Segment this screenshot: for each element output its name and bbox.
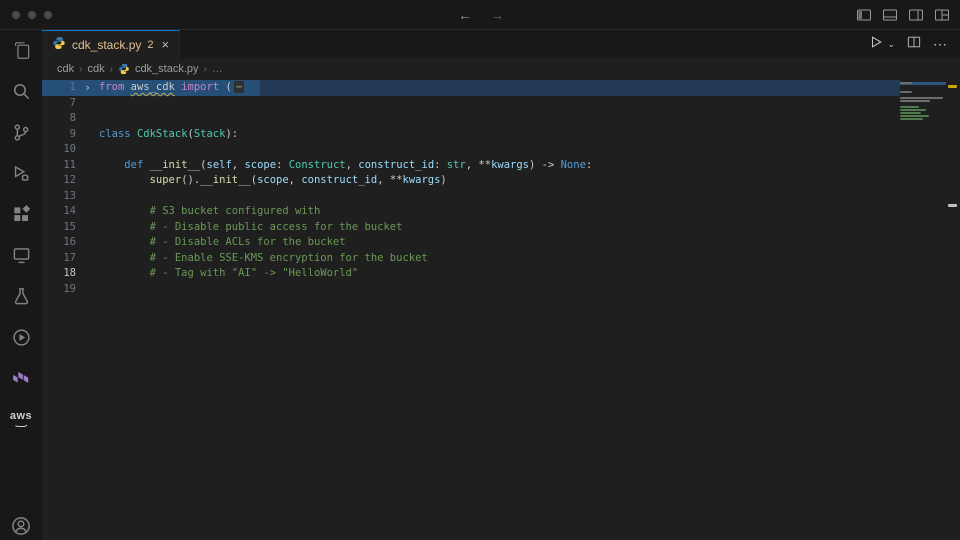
code-text: # - Disable ACLs for the bucket	[99, 235, 346, 251]
code-line-16[interactable]: 16 # - Disable ACLs for the bucket	[42, 235, 900, 251]
extensions-icon[interactable]	[0, 202, 42, 226]
window-controls[interactable]	[12, 11, 52, 19]
line-number[interactable]: 17	[42, 251, 76, 267]
line-number[interactable]: 19	[42, 282, 76, 298]
breadcrumb-item-symbol[interactable]: …	[212, 63, 223, 75]
nav-back-icon[interactable]: ←	[458, 7, 472, 23]
tab-cdk-stack-py[interactable]: cdk_stack.py 2 ×	[42, 30, 180, 58]
line-number[interactable]: 14	[42, 204, 76, 220]
testing-beaker-icon[interactable]	[0, 284, 42, 308]
code-line-19[interactable]: 19	[42, 282, 900, 298]
breadcrumb: cdk › cdk › cdk_stack.py › …	[42, 58, 960, 80]
line-number[interactable]: 12	[42, 173, 76, 189]
code-text: # S3 bucket configured with	[99, 204, 320, 220]
more-actions-icon[interactable]: ⋯	[933, 36, 948, 53]
code-line-9[interactable]: 9 class CdkStack(Stack):	[42, 127, 900, 143]
minimap-content	[900, 82, 946, 124]
code-editor[interactable]: 1›from aws_cdk import (⋯789class CdkStac…	[42, 80, 960, 540]
line-number[interactable]: 16	[42, 235, 76, 251]
run-python-file-icon[interactable]	[869, 35, 883, 54]
code-line-10[interactable]: 10	[42, 142, 900, 158]
activity-bar: aws	[0, 30, 42, 540]
title-bar: ← →	[0, 0, 960, 30]
toggle-sidebar-icon[interactable]	[856, 7, 872, 23]
line-number[interactable]: 11	[42, 158, 76, 174]
terraform-icon[interactable]	[0, 366, 42, 390]
window-minimize-icon[interactable]	[28, 11, 36, 19]
line-number[interactable]: 10	[42, 142, 76, 158]
python-file-icon	[118, 63, 130, 75]
line-number[interactable]: 7	[42, 96, 76, 112]
code-text: super().__init__(scope, construct_id, **…	[99, 173, 447, 189]
chevron-right-icon: ›	[110, 64, 113, 75]
tab-close-icon[interactable]: ×	[162, 37, 170, 52]
code-line-11[interactable]: 11 def __init__(self, scope: Construct, …	[42, 158, 900, 174]
line-number[interactable]: 1	[42, 80, 76, 96]
run-dropdown-icon[interactable]: ⌄	[887, 39, 895, 50]
nav-forward-icon[interactable]: →	[490, 7, 504, 23]
code-text: # - Disable public access for the bucket	[99, 220, 402, 236]
run-debug-icon[interactable]	[0, 161, 42, 185]
chevron-right-icon: ›	[204, 64, 207, 75]
line-number[interactable]: 9	[42, 127, 76, 143]
code-line-8[interactable]: 8	[42, 111, 900, 127]
code-text: from aws_cdk import (⋯	[99, 80, 244, 96]
window-close-icon[interactable]	[12, 11, 20, 19]
chevron-right-icon: ›	[79, 64, 82, 75]
code-text: # - Tag with "AI" -> "HelloWorld"	[99, 266, 358, 282]
tab-badge: 2	[147, 39, 153, 51]
line-number[interactable]: 13	[42, 189, 76, 205]
code-line-1[interactable]: 1›from aws_cdk import (⋯	[42, 80, 900, 96]
code-line-12[interactable]: 12 super().__init__(scope, construct_id,…	[42, 173, 900, 189]
explorer-icon[interactable]	[0, 38, 42, 62]
line-number[interactable]: 18	[42, 266, 76, 282]
code-line-7[interactable]: 7	[42, 96, 900, 112]
ruler-mark	[948, 85, 957, 88]
code-text: class CdkStack(Stack):	[99, 127, 238, 143]
ruler-mark	[948, 204, 957, 207]
tab-bar: cdk_stack.py 2 × ⌄ ⋯	[42, 30, 960, 58]
code-line-17[interactable]: 17 # - Enable SSE-KMS encryption for the…	[42, 251, 900, 267]
line-number[interactable]: 15	[42, 220, 76, 236]
tab-label: cdk_stack.py	[72, 38, 141, 52]
line-number[interactable]: 8	[42, 111, 76, 127]
source-control-icon[interactable]	[0, 120, 42, 144]
breadcrumb-item-cdk[interactable]: cdk	[57, 63, 74, 75]
run-circle-icon[interactable]	[0, 325, 42, 349]
code-text: # - Enable SSE-KMS encryption for the bu…	[99, 251, 428, 267]
search-icon[interactable]	[0, 79, 42, 103]
toggle-panel-icon[interactable]	[882, 7, 898, 23]
code-text: def __init__(self, scope: Construct, con…	[99, 158, 592, 174]
code-line-18[interactable]: 18 # - Tag with "AI" -> "HelloWorld"	[42, 266, 900, 282]
python-file-icon	[52, 36, 66, 53]
customize-layout-icon[interactable]	[934, 7, 950, 23]
editor-lines: 1›from aws_cdk import (⋯789class CdkStac…	[42, 80, 900, 297]
breadcrumb-item-file[interactable]: cdk_stack.py	[135, 63, 199, 75]
remote-explorer-icon[interactable]	[0, 243, 42, 267]
aws-icon[interactable]: aws	[0, 407, 42, 431]
code-line-14[interactable]: 14 # S3 bucket configured with	[42, 204, 900, 220]
overview-ruler[interactable]	[946, 80, 960, 540]
vscode-window: ← →	[0, 0, 960, 540]
window-maximize-icon[interactable]	[44, 11, 52, 19]
split-editor-icon[interactable]	[907, 35, 921, 54]
code-line-13[interactable]: 13	[42, 189, 900, 205]
account-icon[interactable]	[0, 514, 42, 538]
breadcrumb-item-cdk-2[interactable]: cdk	[87, 63, 104, 75]
toggle-secondary-sidebar-icon[interactable]	[908, 7, 924, 23]
minimap[interactable]	[900, 82, 946, 124]
code-line-15[interactable]: 15 # - Disable public access for the buc…	[42, 220, 900, 236]
fold-chevron-icon[interactable]: ›	[76, 80, 99, 96]
